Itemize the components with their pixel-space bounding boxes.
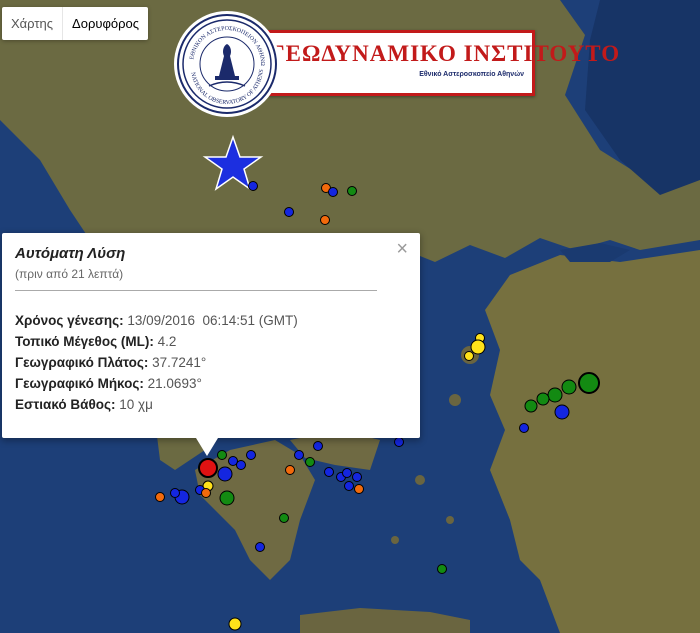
longitude-value: 21.0693°	[147, 376, 202, 391]
origin-time-label: Χρόνος γένεσης:	[15, 313, 128, 328]
quake-marker[interactable]	[324, 467, 334, 477]
map-type-satellite-button[interactable]: Δορυφόρος	[63, 7, 148, 40]
info-title: Αυτόματη Λύση	[15, 245, 126, 262]
earthquake-info-window: × Αυτόματη Λύση (πριν από 21 λεπτά) Χρόν…	[2, 233, 420, 438]
close-icon[interactable]: ×	[396, 239, 408, 259]
info-window-pointer	[196, 438, 218, 456]
quake-marker[interactable]	[236, 460, 246, 470]
info-time-ago: (πριν από 21 λεπτά)	[15, 267, 124, 281]
observatory-seal-icon: ΕΘΝΙΚΟΝ ΑΣΤΕΡΟΣΚΟΠΕΙΟΝ ΑΘΗΝΩΝ NATIONAL O…	[177, 12, 277, 114]
logo-subtitle: Εθνικό Αστεροσκοπείο Αθηνών	[419, 71, 524, 78]
quake-marker[interactable]	[219, 490, 235, 506]
quake-marker[interactable]	[524, 399, 538, 413]
quake-marker[interactable]	[519, 423, 529, 433]
quake-marker[interactable]	[279, 513, 289, 523]
selected-quake-marker[interactable]	[198, 458, 218, 478]
info-divider	[15, 290, 377, 291]
quake-marker[interactable]	[536, 392, 550, 406]
quake-marker[interactable]	[320, 215, 330, 225]
map-type-map-button[interactable]: Χάρτης	[2, 7, 64, 40]
quake-marker[interactable]	[464, 351, 474, 361]
depth-row: Εστιακό Βάθος: 10 χμ	[15, 394, 298, 415]
logo-banner: ΓΕΩΔΥΝΑΜΙΚΟ ΙΝΣΤΙΤΟΥΤΟ Εθνικό Αστεροσκοπ…	[247, 30, 619, 96]
quake-marker[interactable]	[284, 207, 294, 217]
quake-marker[interactable]	[305, 457, 315, 467]
logo-title: ΓΕΩΔΥΝΑΜΙΚΟ ΙΝΣΤΙΤΟΥΤΟ	[270, 41, 621, 66]
quake-marker[interactable]	[155, 492, 165, 502]
latitude-row: Γεωγραφικό Πλάτος: 37.7241°	[15, 352, 298, 373]
quake-marker[interactable]	[354, 484, 364, 494]
magnitude-row: Τοπικό Μέγεθος (ML): 4.2	[15, 331, 298, 352]
quake-marker[interactable]	[547, 387, 563, 403]
quake-marker[interactable]	[328, 187, 338, 197]
origin-time-value: 13/09/2016 06:14:51 (GMT)	[127, 313, 298, 328]
quake-marker[interactable]	[248, 181, 258, 191]
institute-logo: ΓΕΩΔΥΝΑΜΙΚΟ ΙΝΣΤΙΤΟΥΤΟ Εθνικό Αστεροσκοπ…	[177, 12, 619, 114]
longitude-row: Γεωγραφικό Μήκος: 21.0693°	[15, 373, 298, 394]
quake-marker[interactable]	[352, 472, 362, 482]
latitude-label: Γεωγραφικό Πλάτος:	[15, 355, 153, 370]
quake-marker[interactable]	[342, 468, 352, 478]
quake-marker[interactable]	[201, 488, 211, 498]
quake-marker[interactable]	[470, 339, 486, 355]
quake-marker[interactable]	[217, 466, 233, 482]
quake-marker[interactable]	[170, 488, 180, 498]
depth-value: 10 χμ	[119, 397, 153, 412]
origin-time-row: Χρόνος γένεσης: 13/09/2016 06:14:51 (GMT…	[15, 310, 298, 331]
quake-marker[interactable]	[246, 450, 256, 460]
quake-marker[interactable]	[554, 404, 570, 420]
quake-marker[interactable]	[437, 564, 447, 574]
latitude-value: 37.7241°	[152, 355, 207, 370]
quake-marker[interactable]	[255, 542, 265, 552]
quake-marker[interactable]	[344, 481, 354, 491]
magnitude-value: 4.2	[157, 334, 177, 349]
info-details: Χρόνος γένεσης: 13/09/2016 06:14:51 (GMT…	[15, 310, 298, 415]
map-type-control: Χάρτης Δορυφόρος	[2, 7, 148, 40]
quake-marker[interactable]	[347, 186, 357, 196]
quake-marker[interactable]	[285, 465, 295, 475]
magnitude-label: Τοπικό Μέγεθος (ML):	[15, 334, 158, 349]
quake-marker[interactable]	[578, 372, 600, 394]
quake-marker[interactable]	[561, 379, 577, 395]
quake-marker[interactable]	[228, 617, 242, 631]
depth-label: Εστιακό Βάθος:	[15, 397, 120, 412]
quake-marker[interactable]	[313, 441, 323, 451]
quake-marker[interactable]	[294, 450, 304, 460]
longitude-label: Γεωγραφικό Μήκος:	[15, 376, 148, 391]
quake-marker[interactable]	[217, 450, 227, 460]
quake-marker[interactable]	[394, 437, 404, 447]
